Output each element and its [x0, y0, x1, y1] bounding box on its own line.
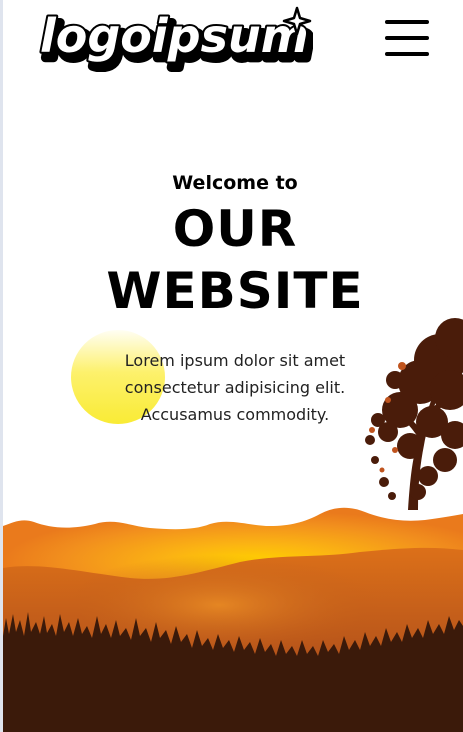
- title-line-our: OUR: [172, 200, 298, 258]
- site-header: logoipsum logoipsum: [0, 0, 463, 80]
- logo-image: logoipsum logoipsum: [38, 6, 313, 72]
- menu-bar-middle: [385, 36, 429, 40]
- welcome-text: Welcome to: [172, 172, 298, 194]
- menu-bar-top: [385, 20, 429, 24]
- hamburger-menu-icon[interactable]: [380, 14, 434, 62]
- tree-silhouette: [365, 318, 463, 510]
- logo-wordmark: logoipsum: [40, 9, 309, 63]
- hero-heading: Welcome to OUR WEBSITE: [0, 168, 463, 322]
- menu-bar-bottom: [385, 52, 429, 56]
- sunset-landscape-illustration: [0, 300, 463, 732]
- site-logo[interactable]: logoipsum logoipsum: [38, 6, 313, 72]
